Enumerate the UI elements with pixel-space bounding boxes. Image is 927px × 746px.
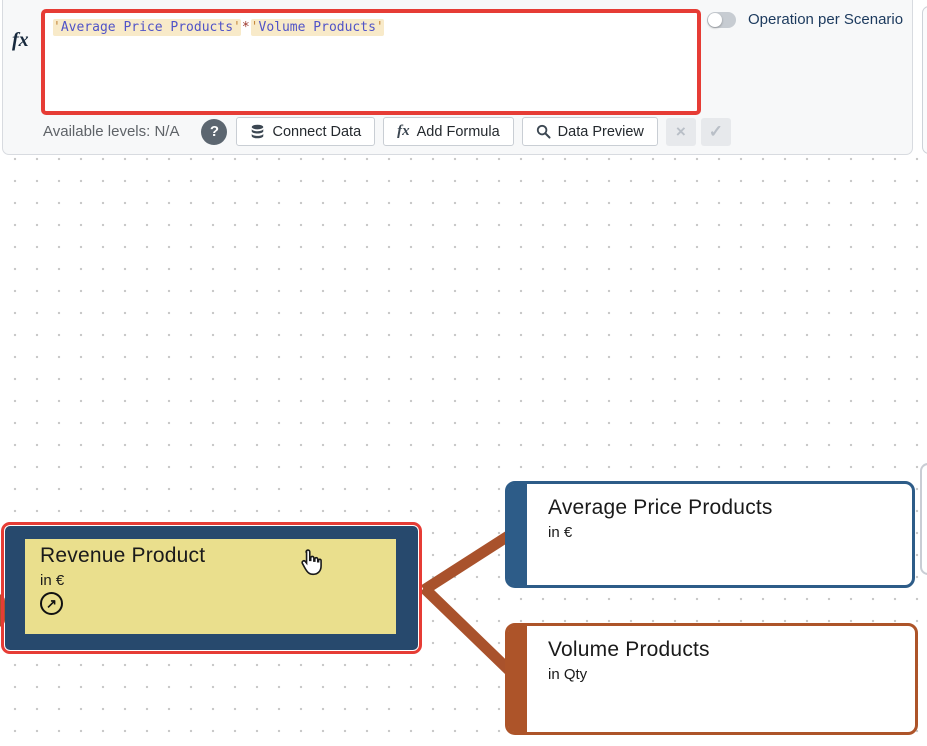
node-unit: in Qty (548, 666, 907, 683)
data-preview-label: Data Preview (558, 124, 644, 140)
node-accent-bar (508, 484, 527, 585)
node-body: Revenue Product in € ↗ (25, 539, 396, 634)
connection-revenue-volume (424, 588, 516, 677)
help-button[interactable]: ? (201, 119, 227, 145)
model-canvas[interactable]: Average Price Products in € Volume Produ… (0, 154, 927, 746)
formula-token: ' (53, 20, 61, 35)
drill-through-icon[interactable]: ↗ (40, 592, 63, 615)
formula-token: ' (251, 20, 259, 35)
node-unit: in € (40, 572, 381, 589)
connect-data-label: Connect Data (272, 124, 361, 140)
offscreen-node-stub (920, 463, 927, 575)
formula-input[interactable]: 'Average Price Products'*'Volume Product… (41, 9, 701, 115)
operation-per-scenario-toggle[interactable] (707, 12, 736, 28)
connect-data-button[interactable]: Connect Data (236, 117, 375, 146)
node-revenue-product[interactable]: Revenue Product in € ↗ (1, 522, 422, 654)
node-average-price-products[interactable]: Average Price Products in € (505, 481, 915, 588)
node-title: Average Price Products (548, 496, 904, 520)
available-levels-label: Available levels: N/A (43, 123, 179, 140)
confirm-button[interactable]: ✓ (701, 118, 731, 146)
database-icon (250, 124, 265, 140)
node-title: Revenue Product (40, 544, 381, 568)
cancel-button[interactable]: × (666, 118, 696, 146)
app-window: Average Price Products in € Volume Produ… (0, 0, 927, 746)
node-title: Volume Products (548, 638, 907, 662)
toggle-knob (708, 13, 722, 27)
formula-operator: * (241, 20, 251, 35)
node-border-frame: Revenue Product in € ↗ (5, 526, 418, 650)
search-icon (536, 124, 551, 139)
formula-editor-panel: fx 'Average Price Products'*'Volume Prod… (2, 0, 913, 155)
add-formula-label: Add Formula (417, 124, 500, 140)
operation-per-scenario-control: Operation per Scenario (707, 11, 903, 28)
fx-panel-icon: fx (12, 29, 38, 52)
fx-icon: fx (397, 123, 410, 140)
connection-revenue-avgprice (424, 531, 516, 590)
node-accent-bar (508, 626, 527, 732)
add-formula-button[interactable]: fx Add Formula (383, 117, 514, 146)
operation-per-scenario-label: Operation per Scenario (748, 11, 903, 28)
node-volume-products[interactable]: Volume Products in Qty (505, 623, 918, 735)
offscreen-panel-stub (922, 6, 927, 154)
node-unit: in € (548, 524, 904, 541)
data-preview-button[interactable]: Data Preview (522, 117, 658, 146)
formula-toolbar: Available levels: N/A ? Connect Data fx … (43, 117, 736, 146)
